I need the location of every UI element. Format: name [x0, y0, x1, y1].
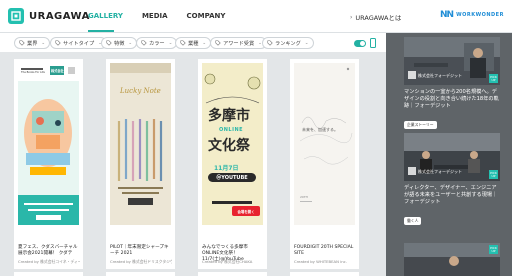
- filter-feature[interactable]: 特徴 ⌄: [101, 37, 138, 49]
- tag-icon: [19, 40, 25, 46]
- tag-icon: [106, 40, 112, 46]
- filter-ranking[interactable]: ランキング ⌄: [262, 37, 314, 49]
- card-thumbnail[interactable]: The Books For Life 株式会社: [18, 63, 79, 225]
- gallery-card-partial[interactable]: [14, 272, 83, 276]
- story-title[interactable]: ディレクター、デザイナー、エンジニアが語る未来をユーザーと共創する現場｜フォーデ…: [404, 185, 500, 207]
- about-link[interactable]: › URAGAWAとは: [350, 12, 402, 23]
- story-tag[interactable]: 企業ストーリー: [404, 120, 437, 129]
- card-title[interactable]: FOURDIGIT 20TH SPECIAL SITE: [294, 245, 356, 257]
- story-card[interactable]: 株式会社フォーデジット PICK UP ディレクター、デザイナー、エンジニアが語…: [404, 133, 500, 226]
- chevron-down-icon: ⌄: [202, 40, 207, 46]
- story-company: 株式会社フォーデジット: [418, 169, 462, 174]
- story-company: 株式会社フォーデジット: [418, 73, 462, 78]
- chevron-down-icon: ⌄: [304, 40, 309, 46]
- tag-icon: [141, 40, 147, 46]
- pickup-badge: PICK UP: [489, 245, 498, 254]
- pickup-badge: PICK UP: [489, 74, 498, 83]
- main-nav: GALLERY MEDIA COMPANY: [88, 12, 225, 20]
- pickup-badge: PICK UP: [489, 170, 498, 179]
- card-credit: Created by 株式会社コイネ・ディー・ハウス: [18, 259, 80, 264]
- filter-award[interactable]: アワード受賞 ⌄: [210, 37, 267, 49]
- card-art-text: 未来を、加速する。: [302, 127, 338, 132]
- gallery-card[interactable]: The Books For Life 株式会社 夏フェス、クダスバーチャル展示会…: [14, 59, 83, 269]
- brand-name: URAGAWA: [29, 10, 90, 22]
- card-art-text: 文化祭: [208, 138, 250, 154]
- smartphone-icon[interactable]: [370, 38, 376, 48]
- chevron-down-icon: ⌄: [168, 40, 173, 46]
- filter-label: 業種: [188, 40, 199, 47]
- card-credit: Created by 株式会社ドリスクタジウム: [110, 259, 172, 264]
- card-title[interactable]: PILOT｜年末限定シャープキーチ 2021: [110, 245, 172, 257]
- story-card[interactable]: 株式会社フォーデジット PICK UP マンションの一室から200名規模へ。デザ…: [404, 37, 500, 130]
- story-photo[interactable]: PICK UP: [404, 243, 500, 276]
- filter-label: 特徴: [114, 40, 125, 47]
- card-credit: Created by WHITEBEAN inc.: [294, 259, 347, 264]
- gallery-card-partial[interactable]: [106, 272, 175, 276]
- filter-industry[interactable]: 業界 ⌄: [14, 37, 51, 49]
- card-art-text: Lucky Note: [120, 87, 161, 95]
- card-title[interactable]: 夏フェス、クダスバーチャル展示会2021開幕！ クダテ: [18, 245, 80, 257]
- card-art-text: 11月7日: [214, 165, 239, 172]
- gallery-card[interactable]: 未来を、加速する。 20TH FOURDIGIT 20TH SPECIAL SI…: [290, 59, 359, 269]
- gallery-card[interactable]: Lucky Note PILOT｜年末限定シャープキーチ 2021 Create…: [106, 59, 175, 269]
- filter-label: 業界: [27, 40, 38, 47]
- brand-logo[interactable]: URAGAWA: [8, 8, 90, 24]
- card-art-text: 株式会社: [51, 69, 64, 73]
- story-tag[interactable]: 働く人: [404, 216, 422, 225]
- nav-gallery[interactable]: GALLERY: [88, 12, 123, 20]
- tag-icon: [180, 40, 186, 46]
- about-label: URAGAWAとは: [355, 14, 402, 22]
- tag-icon: [267, 40, 273, 46]
- gallery-card-partial[interactable]: [290, 272, 359, 276]
- story-card[interactable]: PICK UP: [404, 243, 500, 276]
- workwonder-text: WORKWONDER: [456, 12, 504, 18]
- stories-sidebar: 株式会社フォーデジット PICK UP マンションの一室から200名規模へ。デザ…: [386, 33, 512, 276]
- view-toggle[interactable]: [354, 40, 366, 47]
- active-nav-indicator: [88, 30, 114, 32]
- company-logo-icon: [408, 71, 416, 79]
- filter-label: カラー: [149, 40, 165, 47]
- gallery-grid: The Books For Life 株式会社 夏フェス、クダスバーチャル展示会…: [0, 53, 386, 276]
- site-screenshot-art: [294, 63, 355, 225]
- workwonder-logo[interactable]: NN WORKWONDER: [440, 10, 504, 20]
- filter-bar: 業界⌄ サイトタイプ⌄ 特徴⌄ カラー⌄ 業種⌄ アワード受賞⌄ ランキング⌄: [0, 33, 386, 53]
- card-credit: Created by 株式会社CHAKA: [202, 259, 253, 264]
- nav-media[interactable]: MEDIA: [142, 12, 168, 20]
- chevron-right-icon: ›: [350, 13, 353, 21]
- card-thumbnail[interactable]: 未来を、加速する。 20TH: [294, 63, 355, 225]
- site-screenshot-art: [18, 63, 79, 225]
- card-art-text: ONLINE: [219, 127, 244, 133]
- nav-company[interactable]: COMPANY: [187, 12, 226, 20]
- gallery-card-partial[interactable]: [198, 272, 267, 276]
- filter-site-type[interactable]: サイトタイプ⌄: [50, 37, 107, 49]
- filter-business[interactable]: 業種 ⌄: [175, 37, 212, 49]
- chevron-down-icon: ⌄: [128, 40, 133, 46]
- chevron-down-icon: ⌄: [41, 40, 46, 46]
- card-art-text: The Books For Life: [21, 71, 45, 74]
- card-art-text: 20TH: [300, 195, 308, 199]
- card-thumbnail[interactable]: Lucky Note: [110, 63, 171, 225]
- filter-label: サイトタイプ: [63, 40, 95, 47]
- tag-icon: [215, 40, 221, 46]
- tag-icon: [55, 40, 61, 46]
- card-art-text: ＠YOUTUBE: [208, 173, 256, 182]
- filter-label: ランキング: [275, 40, 301, 47]
- uragawa-logo-icon: [8, 8, 24, 24]
- card-art-text: 会場を開く: [232, 206, 260, 216]
- card-art-text: 多摩市: [208, 108, 250, 124]
- filter-color[interactable]: カラー ⌄: [136, 37, 178, 49]
- company-logo-icon: [408, 167, 416, 175]
- story-photo[interactable]: 株式会社フォーデジット PICK UP: [404, 133, 500, 181]
- workwonder-mark: NN: [440, 10, 454, 20]
- filter-label: アワード受賞: [223, 40, 255, 47]
- gallery-card[interactable]: 多摩市 ONLINE 文化祭 11月7日 ＠YOUTUBE 会場を開く みんなで…: [198, 59, 267, 269]
- office-photo-art: [404, 243, 500, 276]
- story-title[interactable]: マンションの一室から200名規模へ。デザインの役割と向き合い続けた18年の軌跡｜…: [404, 89, 500, 111]
- toggle-knob: [360, 41, 365, 46]
- story-photo[interactable]: 株式会社フォーデジット PICK UP: [404, 37, 500, 85]
- card-thumbnail[interactable]: 多摩市 ONLINE 文化祭 11月7日 ＠YOUTUBE 会場を開く: [202, 63, 263, 225]
- top-header: URAGAWA GALLERY MEDIA COMPANY › URAGAWAと…: [0, 0, 512, 33]
